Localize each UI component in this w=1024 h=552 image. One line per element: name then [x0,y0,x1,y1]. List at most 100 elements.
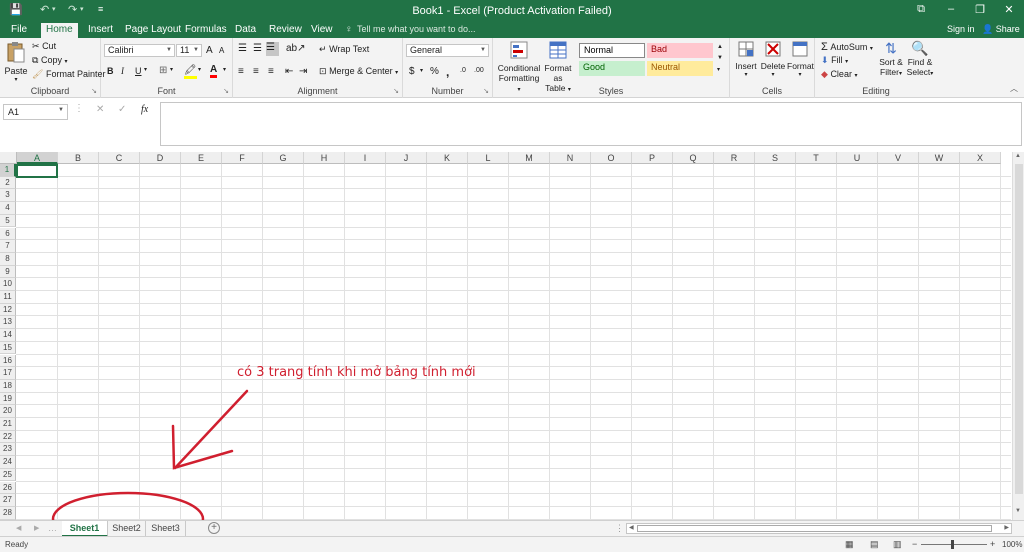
delete-cells-button[interactable]: Delete ▾ [760,40,786,78]
insert-function-button[interactable]: fx [141,104,148,115]
tab-split-handle[interactable]: ⋮ [615,523,624,534]
column-header[interactable]: E [181,152,222,164]
paste-button[interactable]: Paste ▾ [4,41,28,83]
row-header[interactable]: 14 [0,329,16,342]
tab-page-layout[interactable]: Page Layout [120,23,186,38]
column-header[interactable]: J [386,152,427,164]
row-header[interactable]: 20 [0,405,16,418]
style-normal[interactable]: Normal [579,43,645,58]
sheet-tab-sheet2[interactable]: Sheet2 [108,521,146,537]
row-header[interactable]: 4 [0,202,16,215]
sort-filter-button[interactable]: ⇅ Sort & Filter▾ [878,40,904,77]
row-header[interactable]: 7 [0,240,16,253]
style-good[interactable]: Good [579,61,645,76]
row-header[interactable]: 6 [0,227,16,241]
sheet-tab-sheet3[interactable]: Sheet3 [146,521,186,537]
copy-button[interactable]: ⧉ Copy ▾ [32,55,68,66]
cut-button[interactable]: ✂ Cut [32,41,56,52]
align-left-icon[interactable]: ≡ [238,66,244,77]
fill-color-icon[interactable]: 🖍 [184,65,197,79]
insert-cells-button[interactable]: Insert ▾ [734,40,758,78]
cancel-entry-icon[interactable]: ✕ [96,104,104,115]
select-all-corner[interactable] [0,152,17,164]
zoom-out-button[interactable]: − [912,539,917,549]
row-header[interactable]: 17 [0,367,16,380]
tab-file[interactable]: File [6,23,32,38]
row-header[interactable]: 13 [0,316,16,330]
prev-sheet-icon[interactable]: ◀ [16,524,21,532]
tell-me-box[interactable]: Tell me what you want to do... [357,24,476,34]
borders-icon[interactable]: ⊞ [159,65,167,76]
name-box[interactable]: A1 ▼ [3,104,68,120]
scroll-up-icon[interactable]: ▲ [1015,153,1021,159]
row-header[interactable]: 21 [0,418,16,431]
font-color-button[interactable]: A [210,64,218,78]
column-header[interactable]: C [99,152,140,164]
enter-entry-icon[interactable]: ✓ [118,104,126,115]
number-launcher-icon[interactable]: ↘ [483,87,489,95]
clear-button[interactable]: ◆ Clear ▾ [821,69,857,80]
column-header[interactable]: T [796,152,837,164]
sign-in-link[interactable]: Sign in [947,24,975,34]
column-header[interactable]: L [468,152,509,164]
share-button[interactable]: 👤 Share [982,24,1020,35]
row-header[interactable]: 16 [0,354,16,368]
italic-button[interactable]: I [121,66,124,76]
format-painter-button[interactable]: 🖌 Format Painter [32,69,105,80]
row-header[interactable]: 12 [0,303,16,317]
ribbon-display-icon[interactable]: ⧉ [910,3,932,16]
font-launcher-icon[interactable]: ↘ [223,87,229,95]
column-header[interactable]: X [960,152,1001,164]
zoom-slider[interactable] [921,544,987,545]
row-header[interactable]: 1 [0,164,16,177]
font-name-select[interactable]: Calibri ▼ [104,44,175,57]
fill-button[interactable]: ⬇ Fill ▾ [821,55,848,66]
row-header[interactable]: 5 [0,214,16,228]
tab-formulas[interactable]: Formulas [180,23,232,38]
underline-button[interactable]: U [135,66,142,76]
autosum-button[interactable]: Σ AutoSum ▾ [821,41,873,53]
column-header[interactable]: Q [673,152,714,164]
row-header[interactable]: 8 [0,252,16,266]
scroll-thumb[interactable] [1015,164,1023,494]
find-select-button[interactable]: 🔍 Find & Select▾ [906,40,934,77]
vertical-scrollbar[interactable]: ▲ ▼ [1012,152,1024,520]
row-header[interactable]: 27 [0,494,16,507]
column-header[interactable]: I [345,152,386,164]
column-header[interactable]: W [919,152,960,164]
align-bottom-icon[interactable]: ☰ [266,42,279,56]
column-header[interactable]: P [632,152,673,164]
grow-font-button[interactable]: A [206,45,213,56]
column-header[interactable]: K [427,152,468,164]
row-header[interactable]: 10 [0,278,16,291]
format-cells-button[interactable]: Format ▾ [787,40,814,78]
wrap-text-button[interactable]: ↵ Wrap Text [319,44,369,55]
row-header[interactable]: 18 [0,379,16,393]
minimize-button[interactable]: – [940,3,962,15]
tab-view[interactable]: View [306,23,338,38]
row-header[interactable]: 25 [0,468,16,482]
currency-button[interactable]: $ [409,66,415,77]
comma-button[interactable]: , [446,65,449,79]
align-middle-icon[interactable]: ☰ [253,43,262,54]
column-header[interactable]: U [837,152,878,164]
styles-more-icon[interactable]: ▾ [717,66,720,73]
styles-scroll-up-icon[interactable]: ▲ [717,44,723,50]
sheet-tab-sheet1[interactable]: Sheet1 [62,521,108,537]
increase-indent-icon[interactable]: ⇥ [299,66,307,77]
column-header[interactable]: N [550,152,591,164]
column-header[interactable]: G [263,152,304,164]
orientation-icon[interactable]: ab↗ [286,43,306,54]
align-right-icon[interactable]: ≡ [268,66,274,77]
formula-input[interactable] [160,102,1022,146]
alignment-launcher-icon[interactable]: ↘ [393,87,399,95]
horizontal-scrollbar[interactable]: ◀ ▶ [626,523,1012,534]
row-header[interactable]: 26 [0,481,16,495]
normal-view-icon[interactable]: ▦ [845,539,854,550]
zoom-level[interactable]: 100% [1002,540,1022,549]
decrease-decimal-button[interactable]: .00 [474,67,484,74]
tab-insert[interactable]: Insert [83,23,118,38]
tab-home[interactable]: Home [41,23,78,39]
row-header[interactable]: 23 [0,443,16,457]
column-header[interactable]: R [714,152,755,164]
